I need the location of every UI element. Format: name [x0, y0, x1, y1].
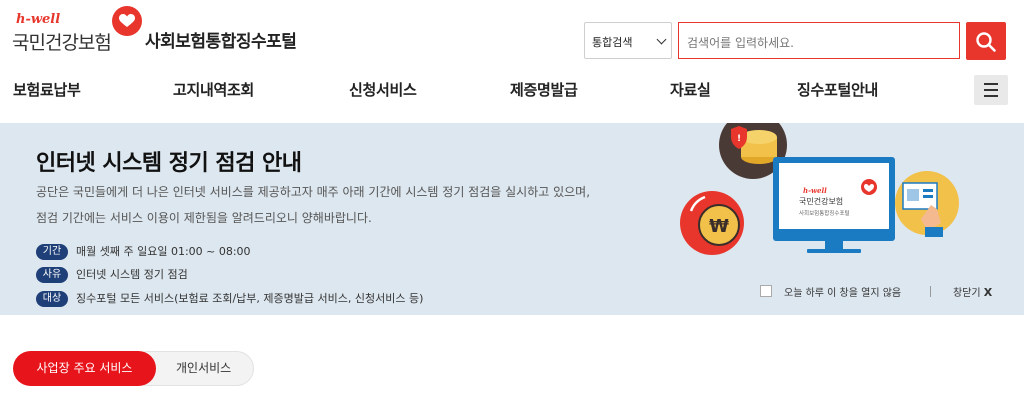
nav-item-certificate[interactable]: 제증명발급: [510, 79, 578, 100]
tab-business-services[interactable]: 사업장 주요 서비스: [13, 351, 156, 386]
logo-tagline: h-well: [16, 12, 61, 27]
dont-show-today-checkbox[interactable]: [760, 285, 772, 297]
nav-item-premium-payment[interactable]: 보험료납부: [13, 79, 81, 100]
nhis-logo[interactable]: h-well 국민건강보험: [12, 4, 147, 54]
reason-text: 인터넷 시스템 정기 점검: [76, 268, 188, 281]
target-text: 징수포털 모든 서비스(보험료 조회/납부, 제증명발급 서비스, 신청서비스 …: [76, 292, 424, 305]
portal-title[interactable]: 사회보험통합징수포털: [145, 27, 297, 52]
info-row-period: 기간 매월 셋째 주 일요일 01:00 ~ 08:00: [36, 244, 251, 260]
nav-item-portal-guide[interactable]: 징수포털안내: [797, 79, 878, 100]
target-badge: 대상: [36, 291, 68, 307]
close-icon: X: [983, 286, 993, 299]
hamburger-icon: [984, 83, 998, 85]
notice-description-line: 공단은 국민들에게 더 나은 인터넷 서비스를 제공하고자 매주 아래 기간에 …: [36, 185, 591, 199]
search-button[interactable]: [966, 22, 1006, 60]
search-category-select[interactable]: 통합검색: [584, 22, 672, 59]
hamburger-line: [984, 95, 998, 97]
hamburger-menu-button[interactable]: [974, 75, 1008, 105]
tab-personal-label: 개인서비스: [176, 361, 232, 375]
notice-description: 공단은 국민들에게 더 나은 인터넷 서비스를 제공하고자 매주 아래 기간에 …: [36, 179, 676, 231]
logo-name: 국민건강보험: [12, 32, 112, 54]
search-placeholder: 검색어를 입력하세요.: [687, 36, 794, 50]
nav-item-resources[interactable]: 자료실: [670, 79, 711, 100]
period-text: 매월 셋째 주 일요일 01:00 ~ 08:00: [76, 245, 251, 258]
search-input[interactable]: 검색어를 입력하세요.: [678, 22, 960, 59]
reason-badge: 사유: [36, 267, 68, 283]
monitor-logo-tagline: h-well: [803, 186, 827, 195]
svg-text:!: !: [737, 134, 741, 144]
hamburger-line: [984, 89, 998, 91]
heart-icon: [112, 6, 142, 36]
close-banner-button[interactable]: 창닫기 X: [953, 284, 992, 299]
main-nav: 보험료납부 고지내역조회 신청서비스 제증명발급 자료실 징수포털안내: [0, 68, 1024, 123]
divider: [930, 286, 931, 297]
search-category-value: 통합검색: [592, 36, 633, 49]
site-header: h-well 국민건강보험 사회보험통합징수포털 통합검색 검색어를 입력하세요…: [0, 0, 1024, 68]
maintenance-notice-banner: 인터넷 시스템 정기 점검 안내 공단은 국민들에게 더 나은 인터넷 서비스를…: [0, 111, 1024, 315]
monitor-logo-name: 국민건강보험: [799, 196, 843, 206]
won-symbol: ₩: [709, 216, 729, 237]
dont-show-today-label: 오늘 하루 이 창을 열지 않음: [784, 288, 902, 299]
chevron-down-icon: [656, 34, 667, 45]
notice-description-line: 점검 기간에는 서비스 이용이 제한됨을 알려드리오니 양해바랍니다.: [36, 211, 372, 225]
close-banner-label: 창닫기: [953, 288, 981, 299]
info-row-target: 대상 징수포털 모든 서비스(보험료 조회/납부, 제증명발급 서비스, 신청서비…: [36, 291, 423, 307]
nav-item-notice-inquiry[interactable]: 고지내역조회: [173, 79, 254, 100]
info-row-reason: 사유 인터넷 시스템 정기 점검: [36, 267, 188, 283]
period-badge: 기간: [36, 244, 68, 260]
tab-business-label: 사업장 주요 서비스: [36, 361, 133, 375]
maintenance-illustration: ! ₩ h-well 국민건강보험 사회보험통합징수포털: [675, 111, 965, 273]
notice-title: 인터넷 시스템 정기 점검 안내: [36, 151, 302, 176]
monitor-logo-sub: 사회보험통합징수포털: [799, 209, 850, 217]
search-icon: [976, 32, 996, 52]
illustration-graphic: ! ₩ h-well 국민건강보험 사회보험통합징수포털: [680, 111, 959, 255]
nav-item-application[interactable]: 신청서비스: [349, 79, 417, 100]
